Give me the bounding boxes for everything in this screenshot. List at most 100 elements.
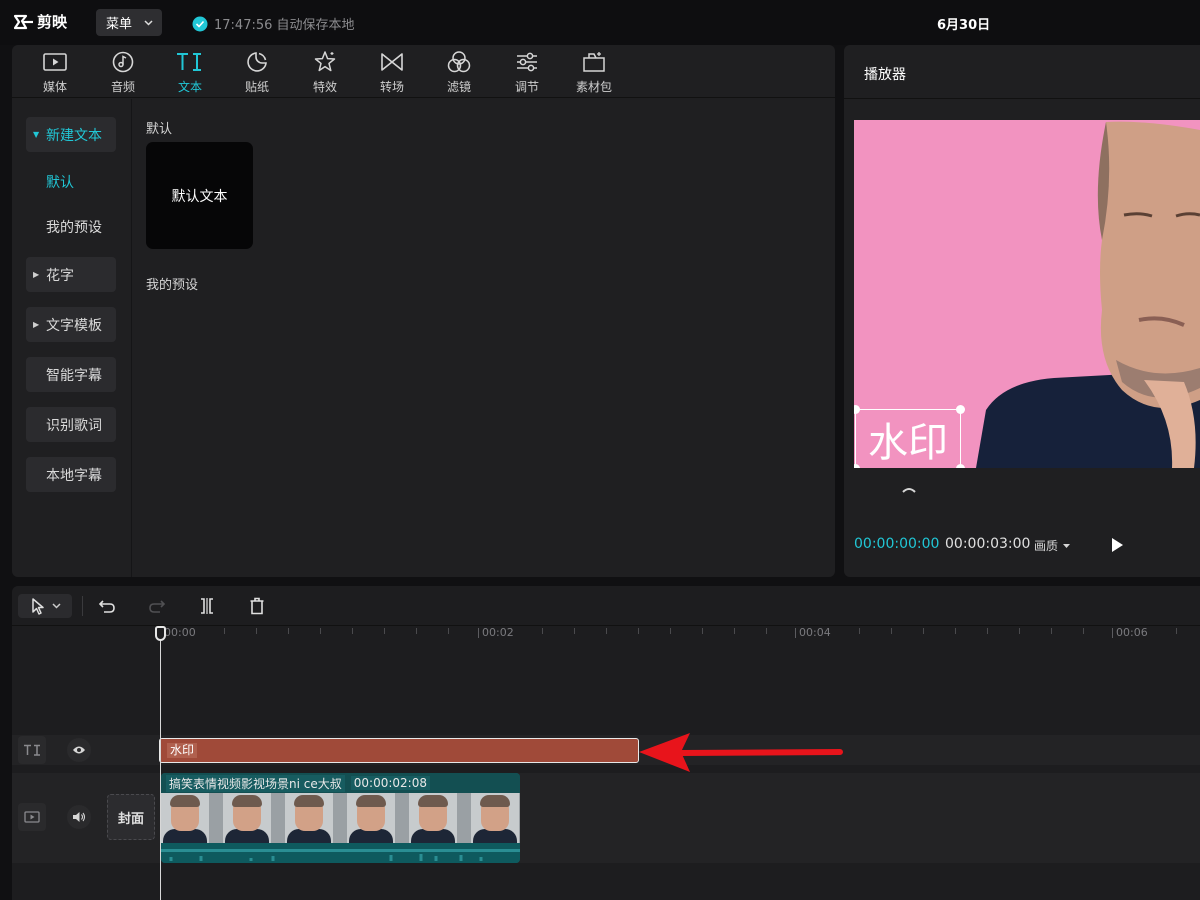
timeline-toolbar bbox=[12, 586, 1200, 626]
sticker-icon bbox=[247, 52, 267, 72]
category-label: 文字模板 bbox=[46, 317, 102, 334]
video-track-mute-toggle[interactable] bbox=[67, 805, 91, 829]
video-clip-duration: 00:00:02:08 bbox=[350, 776, 430, 790]
ruler-label: 00:02 bbox=[482, 626, 514, 639]
default-text-card-label: 默认文本 bbox=[171, 188, 228, 205]
undo-button[interactable] bbox=[96, 594, 118, 618]
effects-icon bbox=[314, 51, 336, 72]
resize-handle[interactable] bbox=[854, 464, 860, 468]
watermark-text-box[interactable]: 水印 bbox=[854, 405, 965, 468]
split-icon bbox=[201, 598, 213, 614]
playhead-handle[interactable] bbox=[155, 626, 166, 641]
app-logo: 剪映 bbox=[14, 11, 67, 32]
video-thumbnails bbox=[161, 793, 520, 843]
category-label: 我的预设 bbox=[46, 219, 102, 236]
rotate-handle-icon[interactable] bbox=[902, 487, 916, 493]
category-new-text[interactable]: ▼ 新建文本 bbox=[26, 117, 116, 152]
video-clip[interactable]: 搞笑表情视频影视场景ni ce大叔 00:00:02:08 bbox=[161, 773, 520, 863]
resize-handle[interactable] bbox=[956, 405, 965, 414]
tab-sticker[interactable]: 贴纸 bbox=[226, 49, 288, 95]
resize-handle[interactable] bbox=[854, 405, 860, 414]
category-label: 默认 bbox=[46, 174, 74, 191]
ruler-label: 00:06 bbox=[1116, 626, 1148, 639]
quality-dropdown[interactable]: 画质 bbox=[1034, 537, 1071, 554]
delete-button[interactable] bbox=[246, 594, 268, 618]
category-label: 本地字幕 bbox=[46, 467, 102, 484]
category-label: 智能字幕 bbox=[46, 367, 102, 384]
audio-waveform bbox=[161, 843, 520, 863]
annotation-arrow-icon bbox=[639, 733, 843, 772]
tab-label: 特效 bbox=[312, 80, 337, 94]
select-tool-button[interactable] bbox=[18, 594, 72, 618]
tab-audio[interactable]: 音频 bbox=[92, 49, 154, 95]
app-name: 剪映 bbox=[37, 13, 68, 31]
current-time: 00:00:00:00 bbox=[854, 536, 940, 552]
tab-transition[interactable]: 转场 bbox=[361, 49, 423, 95]
speaker-icon bbox=[73, 812, 86, 822]
adjust-icon bbox=[517, 52, 537, 72]
total-duration: 00:00:03:00 bbox=[945, 536, 1031, 552]
transition-icon bbox=[381, 53, 403, 71]
tab-label: 素材包 bbox=[575, 80, 612, 94]
default-text-card[interactable]: 默认文本 bbox=[146, 142, 253, 249]
caret-right-icon: ▶ bbox=[33, 270, 40, 279]
player-title: 播放器 bbox=[864, 67, 906, 83]
category-label: 识别歌词 bbox=[46, 417, 102, 434]
timeline-panel: 00:00 00:02 00:04 00:06 封面 水印 搞笑表情视频影视场景… bbox=[12, 586, 1200, 900]
tab-media[interactable]: 媒体 bbox=[24, 49, 86, 95]
thumbnail-frame bbox=[285, 793, 333, 843]
category-fancy-text[interactable]: ▶ 花字 bbox=[26, 257, 116, 292]
category-text-template[interactable]: ▶ 文字模板 bbox=[26, 307, 116, 342]
tab-adjust[interactable]: 调节 bbox=[496, 49, 558, 95]
quality-label: 画质 bbox=[1034, 539, 1059, 553]
thumbnail-frame bbox=[161, 793, 209, 843]
tab-text[interactable]: 文本 bbox=[159, 49, 221, 95]
cursor-icon bbox=[31, 598, 44, 615]
tab-label: 媒体 bbox=[42, 80, 67, 94]
split-button[interactable] bbox=[196, 594, 218, 618]
divider bbox=[844, 98, 1200, 99]
trash-icon bbox=[250, 597, 264, 615]
tab-label: 贴纸 bbox=[244, 80, 269, 94]
player-panel: 播放器 水印 00:00:00:00 00:00:03:00 画质 bbox=[844, 45, 1200, 577]
tab-material-pack[interactable]: 素材包 bbox=[563, 49, 625, 95]
check-circle-icon bbox=[192, 16, 208, 31]
watermark-text-clip[interactable]: 水印 bbox=[159, 738, 639, 763]
video-track-type bbox=[18, 803, 46, 831]
category-recognize-lyrics[interactable]: 识别歌词 bbox=[26, 407, 116, 442]
text-clip-label: 水印 bbox=[167, 743, 198, 758]
thumbnail-frame bbox=[223, 793, 271, 843]
audio-icon bbox=[112, 51, 134, 73]
category-label: 花字 bbox=[46, 267, 74, 284]
preview-canvas[interactable]: 水印 bbox=[854, 120, 1200, 468]
material-panel: 媒体 音频 文本 贴纸 特效 转场 滤镜 调节 素材包 ▼ 新建文本 默认 我的… bbox=[12, 45, 835, 577]
play-icon[interactable] bbox=[1108, 535, 1126, 555]
category-local-subtitle[interactable]: 本地字幕 bbox=[26, 457, 116, 492]
cover-button[interactable]: 封面 bbox=[107, 794, 155, 840]
time-ruler[interactable]: 00:00 00:02 00:04 00:06 bbox=[12, 626, 1200, 646]
caret-right-icon: ▶ bbox=[33, 320, 40, 329]
thumbnail-frame bbox=[409, 793, 457, 843]
tab-label: 转场 bbox=[379, 80, 404, 94]
tab-filter[interactable]: 滤镜 bbox=[428, 49, 490, 95]
category-my-presets[interactable]: 我的预设 bbox=[26, 209, 116, 244]
video-clip-header: 搞笑表情视频影视场景ni ce大叔 00:00:02:08 bbox=[161, 773, 520, 793]
menu-button[interactable]: 菜单 bbox=[96, 9, 162, 36]
category-default[interactable]: 默认 bbox=[26, 164, 116, 199]
text-track-icon bbox=[24, 744, 40, 756]
cover-label: 封面 bbox=[117, 811, 144, 827]
video-clip-name: 搞笑表情视频影视场景ni ce大叔 bbox=[166, 774, 345, 792]
playhead-line bbox=[160, 634, 161, 900]
caret-down-icon: ▼ bbox=[33, 130, 40, 139]
category-smart-subtitle[interactable]: 智能字幕 bbox=[26, 357, 116, 392]
text-track-visibility-toggle[interactable] bbox=[67, 738, 91, 762]
resize-handle[interactable] bbox=[956, 464, 965, 468]
autosave-text: 17:47:56 自动保存本地 bbox=[214, 18, 355, 33]
ruler-label: 00:04 bbox=[799, 626, 831, 639]
thumbnail-frame bbox=[347, 793, 395, 843]
redo-button[interactable] bbox=[146, 594, 168, 618]
section-title-my-presets: 我的预设 bbox=[146, 278, 199, 293]
tab-effects[interactable]: 特效 bbox=[294, 49, 356, 95]
text-icon bbox=[177, 53, 201, 71]
watermark-text: 水印 bbox=[868, 420, 948, 466]
